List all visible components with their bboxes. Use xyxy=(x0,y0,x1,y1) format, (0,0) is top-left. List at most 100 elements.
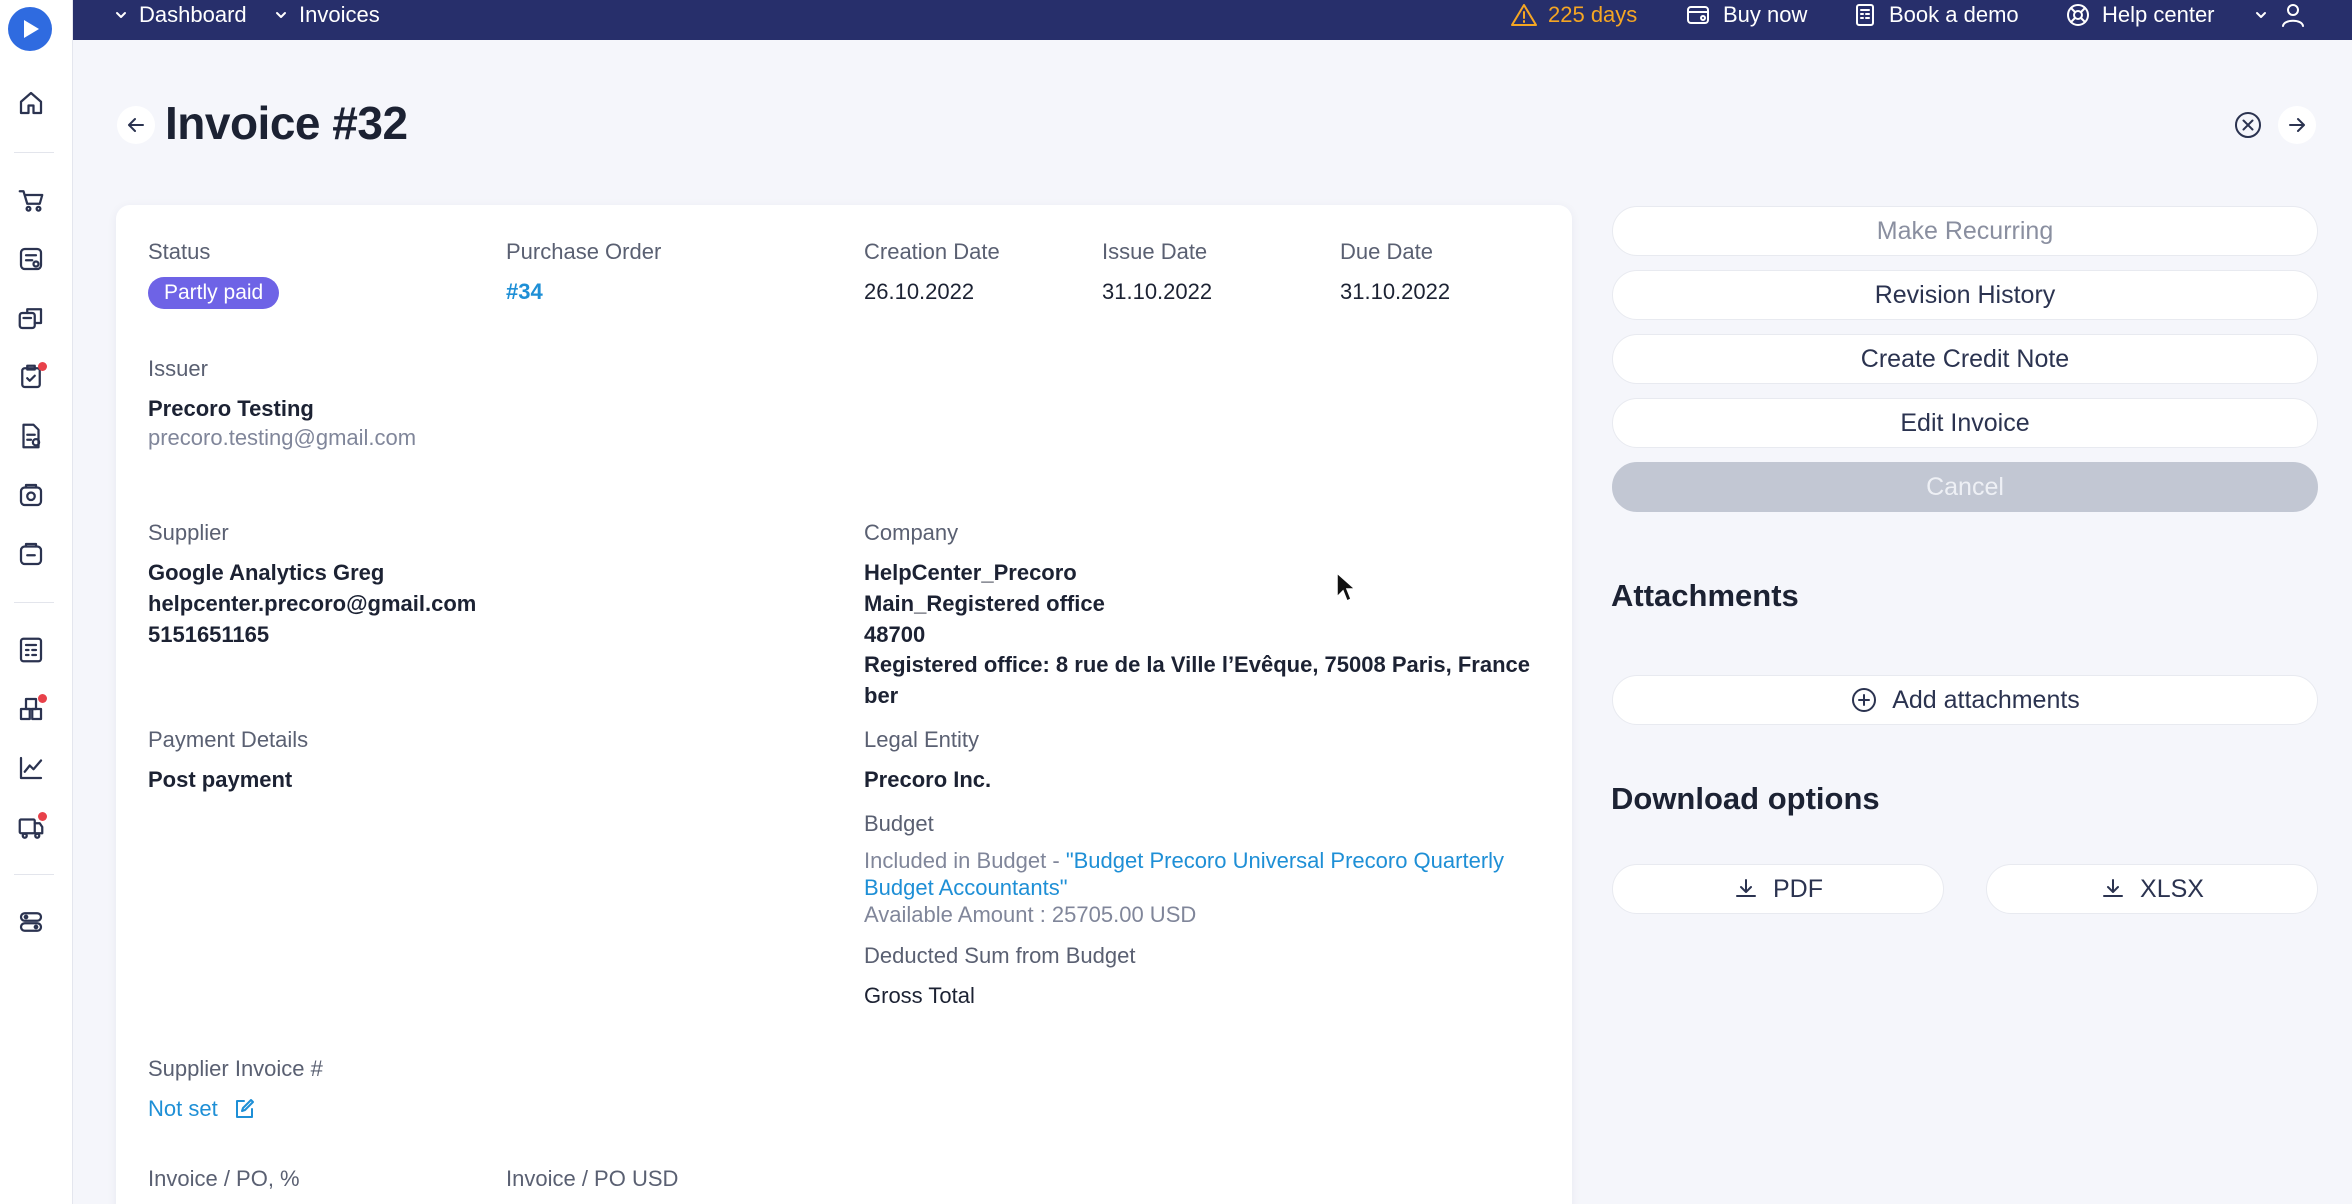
creation-date-value: 26.10.2022 xyxy=(864,279,975,304)
budget-available-amount: Available Amount : 25705.00 USD xyxy=(864,902,1197,927)
edit-invoice-button[interactable]: Edit Invoice xyxy=(1612,398,2318,448)
download-pdf-button[interactable]: PDF xyxy=(1612,864,1944,914)
sidebar-divider xyxy=(14,874,54,875)
breadcrumb-label: Dashboard xyxy=(139,2,247,27)
download-icon xyxy=(2103,879,2124,897)
orders-icon[interactable] xyxy=(14,301,48,335)
due-date-label: Due Date xyxy=(1340,239,1433,264)
help-center-link[interactable]: Help center xyxy=(2064,0,2215,30)
legal-entity-label: Legal Entity xyxy=(864,727,979,752)
supplier-phone: 5151651165 xyxy=(148,622,270,647)
edit-icon xyxy=(235,1099,254,1118)
buy-now-link[interactable]: Buy now xyxy=(1685,0,1807,30)
top-bar: Dashboard Invoices 225 days Buy now Book… xyxy=(73,0,2352,40)
warning-icon xyxy=(1511,4,1537,26)
play-logo-icon xyxy=(24,20,39,38)
analytics-icon[interactable] xyxy=(14,751,48,785)
invoice-po-usd-label: Invoice / PO USD xyxy=(506,1166,679,1191)
issue-date-label: Issue Date xyxy=(1102,239,1208,264)
home-icon[interactable] xyxy=(14,86,48,120)
issuer-label: Issuer xyxy=(148,356,208,381)
user-menu[interactable] xyxy=(2253,0,2307,30)
settings-toggle-icon[interactable] xyxy=(14,905,48,939)
supplier-invoice-value: Not set xyxy=(148,1096,218,1121)
inventory-icon[interactable] xyxy=(14,692,48,726)
purchase-order-link[interactable]: #34 xyxy=(506,279,543,305)
download-xlsx-label: XLSX xyxy=(2140,874,2204,903)
deducted-sum-label: Deducted Sum from Budget xyxy=(864,943,1136,968)
chevron-down-icon xyxy=(276,12,286,18)
sidebar xyxy=(0,0,73,1204)
request-icon[interactable] xyxy=(14,242,48,276)
download-options-title: Download options xyxy=(1611,781,1880,816)
make-recurring-button[interactable]: Make Recurring xyxy=(1612,206,2318,256)
invoices-icon[interactable] xyxy=(14,419,48,453)
breadcrumb-label: Invoices xyxy=(299,2,380,27)
budget-label: Budget xyxy=(864,811,934,836)
invoice-details-card: Status Partly paid Purchase Order #34 Cr… xyxy=(116,205,1572,1204)
cart-icon[interactable] xyxy=(14,183,48,217)
chevron-down-icon xyxy=(116,12,126,18)
budget-prefix: Included in Budget - xyxy=(864,848,1066,873)
wallet-icon xyxy=(1687,6,1709,24)
close-circle-icon xyxy=(2235,112,2261,138)
company-name: HelpCenter_Precoro xyxy=(864,560,1077,585)
deducted-sum-value: Gross Total xyxy=(864,983,975,1008)
legal-entity-value: Precoro Inc. xyxy=(864,767,992,792)
supplier-email: helpcenter.precoro@gmail.com xyxy=(148,591,477,616)
company-address-continued: ber xyxy=(864,683,899,708)
breadcrumb-invoices[interactable]: Invoices xyxy=(273,0,380,30)
suppliers-icon[interactable] xyxy=(14,810,48,844)
mouse-cursor-icon xyxy=(1336,571,1357,603)
sidebar-divider xyxy=(14,152,54,153)
trial-days-warning[interactable]: 225 days xyxy=(1510,0,1637,30)
company-address: Registered office: 8 rue de la Ville l’E… xyxy=(864,652,1531,677)
attachments-title: Attachments xyxy=(1611,578,1799,613)
issuer-email: precoro.testing@gmail.com xyxy=(148,425,417,450)
notification-dot xyxy=(38,362,47,371)
due-date-value: 31.10.2022 xyxy=(1340,279,1451,304)
close-button[interactable] xyxy=(2229,106,2267,144)
download-xlsx-button[interactable]: XLSX xyxy=(1986,864,2318,914)
budget-included: Included in Budget - "Budget Precoro Uni… xyxy=(864,848,1504,874)
download-pdf-label: PDF xyxy=(1773,874,1823,903)
supplier-label: Supplier xyxy=(148,520,229,545)
cancel-button[interactable]: Cancel xyxy=(1612,462,2318,512)
notification-dot xyxy=(38,812,47,821)
company-zip: 48700 xyxy=(864,622,926,647)
revision-history-button[interactable]: Revision History xyxy=(1612,270,2318,320)
add-attachments-label: Add attachments xyxy=(1892,685,2080,714)
book-demo-link[interactable]: Book a demo xyxy=(1853,0,2019,30)
page-title: Invoice #32 xyxy=(165,97,408,149)
supplier-invoice-edit[interactable]: Not set xyxy=(148,1096,256,1122)
chevron-down-icon xyxy=(2256,12,2266,18)
approvals-icon[interactable] xyxy=(14,360,48,394)
notification-dot xyxy=(38,694,47,703)
precoro-logo[interactable] xyxy=(8,7,52,51)
calendar-icon xyxy=(1856,4,1874,26)
payments-icon[interactable] xyxy=(14,478,48,512)
budgets-icon[interactable] xyxy=(14,633,48,667)
status-label: Status xyxy=(148,239,211,264)
arrow-left-icon xyxy=(128,118,144,132)
next-button[interactable] xyxy=(2278,106,2316,144)
trial-days-text: 225 days xyxy=(1548,2,1638,27)
breadcrumb-dashboard[interactable]: Dashboard xyxy=(113,0,247,30)
budget-link-continued[interactable]: Budget Accountants" xyxy=(864,875,1068,901)
download-icon xyxy=(1736,879,1756,897)
company-label: Company xyxy=(864,520,959,545)
book-demo-label: Book a demo xyxy=(1889,2,2019,27)
help-center-label: Help center xyxy=(2102,2,2215,27)
creation-date-label: Creation Date xyxy=(864,239,1000,264)
receipts-icon[interactable] xyxy=(14,537,48,571)
create-credit-note-button[interactable]: Create Credit Note xyxy=(1612,334,2318,384)
budget-link[interactable]: "Budget Precoro Universal Precoro Quarte… xyxy=(1066,848,1504,873)
add-attachments-button[interactable]: Add attachments xyxy=(1612,675,2318,725)
user-icon xyxy=(2282,4,2304,27)
back-button[interactable] xyxy=(117,106,155,144)
supplier-invoice-label: Supplier Invoice # xyxy=(148,1056,323,1081)
supplier-name: Google Analytics Greg xyxy=(148,560,385,585)
lifebuoy-icon xyxy=(2067,4,2089,26)
issue-date-value: 31.10.2022 xyxy=(1102,279,1213,304)
company-office: Main_Registered office xyxy=(864,591,1105,616)
